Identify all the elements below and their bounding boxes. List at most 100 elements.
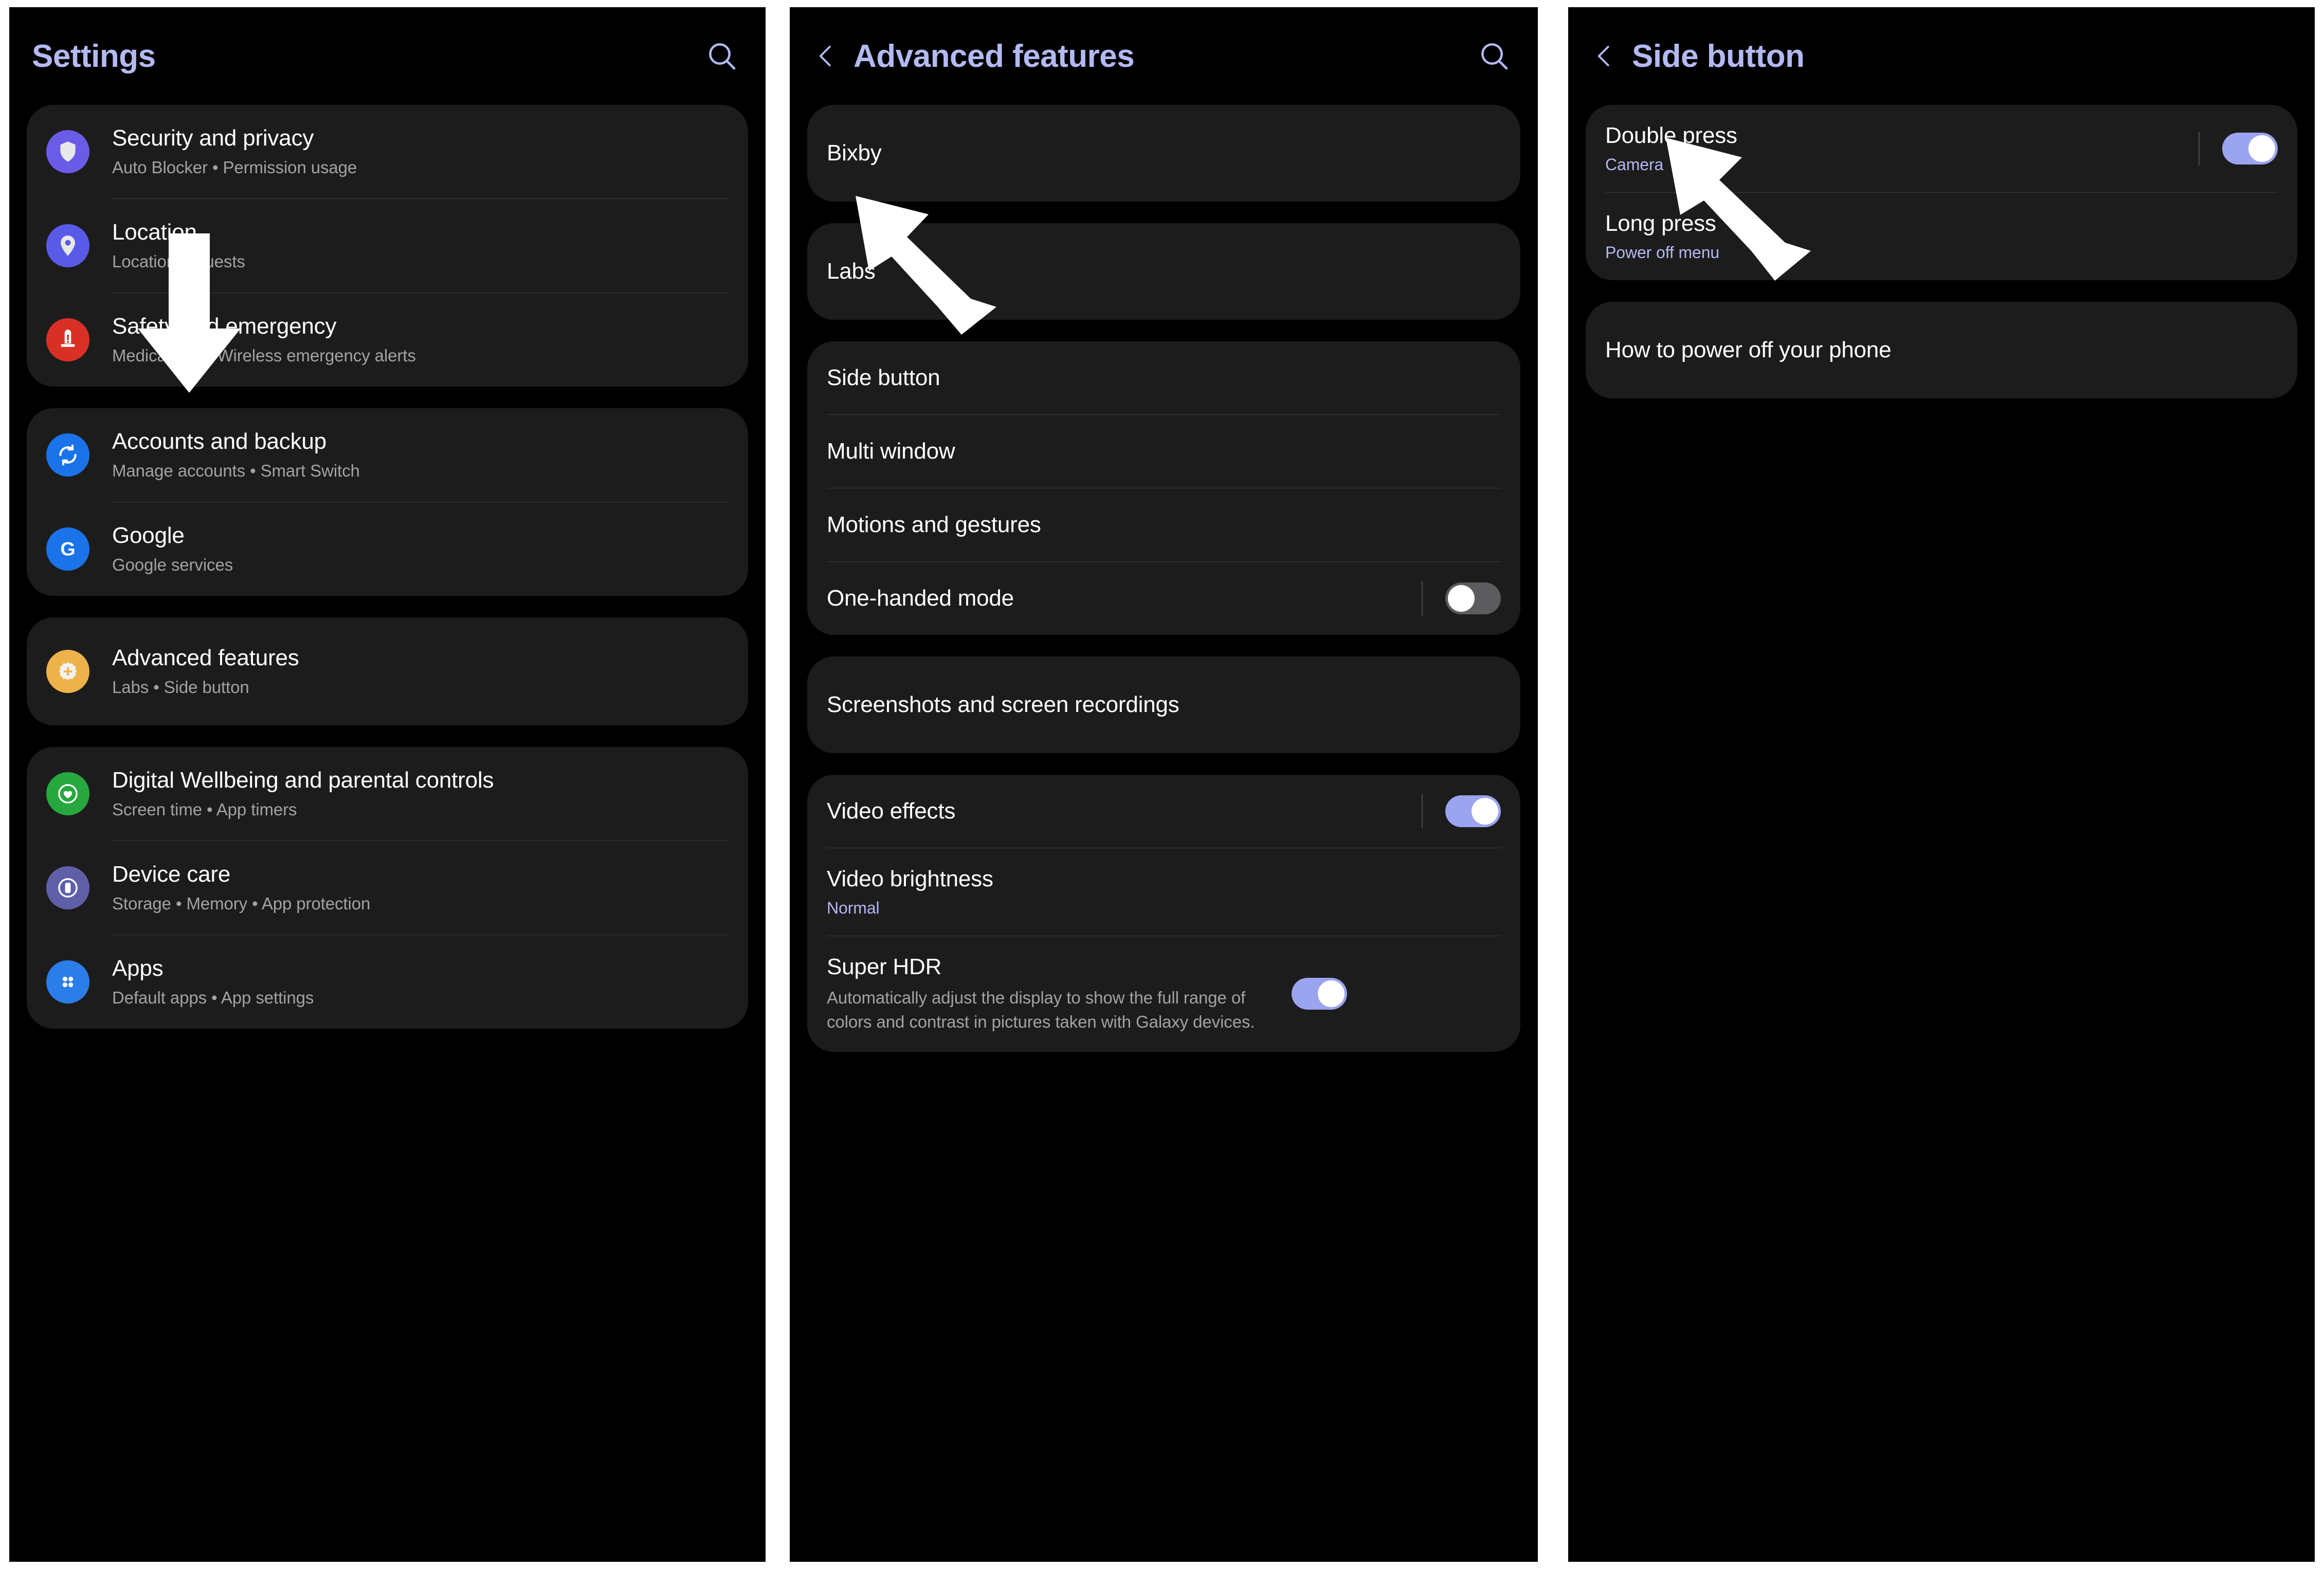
advanced-group-screenshots: Screenshots and screen recordings [807, 656, 1520, 753]
settings-group-advanced: Advanced features Labs • Side button [27, 617, 748, 725]
toggle-separator [1422, 794, 1423, 828]
advanced-item-labs[interactable]: Labs [807, 223, 1520, 320]
item-title: How to power off your phone [1605, 337, 1892, 362]
settings-item-accounts-and-backup[interactable]: Accounts and backup Manage accounts • Sm… [27, 408, 748, 502]
item-subtitle: Location requests [112, 252, 245, 271]
item-subtitle: Labs • Side button [112, 678, 249, 697]
search-icon[interactable] [1475, 37, 1513, 75]
item-title: Apps [112, 956, 164, 981]
advanced-item-video-effects[interactable]: Video effects [807, 775, 1520, 848]
back-icon[interactable] [812, 42, 840, 70]
google-g-icon: G [46, 527, 89, 571]
advanced-group-labs: Labs [807, 223, 1520, 320]
settings-item-safety-and-emergency[interactable]: Safety and emergency Medical info • Wire… [27, 293, 748, 387]
page-title: Settings [32, 38, 156, 74]
super-hdr-toggle[interactable] [1292, 978, 1347, 1010]
side-button-item-double-press[interactable]: Double press Camera [1586, 105, 2297, 192]
item-title: Video brightness [827, 866, 993, 891]
item-title: Advanced features [112, 645, 299, 671]
back-icon[interactable] [1591, 42, 1619, 70]
item-subtitle: Automatically adjust the display to show… [827, 988, 1255, 1031]
item-subtitle: Storage • Memory • App protection [112, 894, 371, 914]
item-subtitle: Auto Blocker • Permission usage [112, 158, 357, 177]
item-subtitle: Default apps • App settings [112, 988, 314, 1008]
item-title: One-handed mode [827, 586, 1014, 611]
settings-item-advanced-features[interactable]: Advanced features Labs • Side button [27, 617, 748, 725]
advanced-features-list: Bixby Labs Side button Multi window Moti… [790, 105, 1538, 1052]
video-effects-toggle[interactable] [1445, 795, 1501, 827]
item-subtitle: Normal [827, 898, 880, 917]
advanced-features-header: Advanced features [790, 7, 1538, 105]
side-button-group-presses: Double press Camera Long press Power off… [1586, 105, 2297, 280]
advanced-item-bixby[interactable]: Bixby [807, 105, 1520, 202]
item-title: Device care [112, 862, 231, 887]
sync-icon [46, 433, 89, 477]
one-handed-mode-toggle[interactable] [1445, 582, 1501, 614]
phone-screen-advanced-features: Advanced features Bixby Labs Side button… [790, 7, 1538, 1562]
settings-header: Settings [9, 7, 766, 105]
page-title: Side button [1632, 38, 1805, 74]
settings-item-device-care[interactable]: Device care Storage • Memory • App prote… [27, 841, 748, 935]
double-press-toggle[interactable] [2222, 132, 2278, 165]
advanced-item-side-button[interactable]: Side button [807, 341, 1520, 414]
item-title: Labs [827, 259, 876, 284]
settings-item-google[interactable]: G Google Google services [27, 502, 748, 596]
side-button-item-how-to-power-off[interactable]: How to power off your phone [1586, 302, 2297, 398]
toggle-separator [1422, 581, 1423, 615]
item-title: Super HDR [827, 954, 942, 979]
device-care-icon [46, 866, 89, 909]
toggle-separator [2199, 131, 2200, 166]
side-button-header: Side button [1568, 7, 2315, 105]
item-title: Bixby [827, 140, 882, 166]
settings-item-digital-wellbeing[interactable]: Digital Wellbeing and parental controls … [27, 747, 748, 841]
phone-screen-side-button: Side button Double press Camera Long pre… [1568, 7, 2315, 1562]
apps-grid-icon [46, 960, 89, 1004]
item-title: Google [112, 523, 185, 549]
item-subtitle: Google services [112, 555, 233, 575]
item-title: Screenshots and screen recordings [827, 692, 1179, 718]
advanced-item-one-handed-mode[interactable]: One-handed mode [807, 562, 1520, 635]
svg-text:G: G [60, 538, 75, 560]
advanced-item-super-hdr[interactable]: Super HDR Automatically adjust the displ… [807, 936, 1520, 1052]
settings-list: Security and privacy Auto Blocker • Perm… [9, 105, 766, 1029]
item-subtitle: Medical info • Wireless emergency alerts [112, 346, 416, 366]
advanced-item-screenshots-and-screen-recordings[interactable]: Screenshots and screen recordings [807, 656, 1520, 753]
item-title: Double press [1605, 123, 1737, 148]
item-subtitle: Camera [1605, 155, 1664, 174]
item-title: Accounts and backup [112, 429, 326, 454]
advanced-group-video: Video effects Video brightness Normal Su… [807, 775, 1520, 1052]
advanced-item-multi-window[interactable]: Multi window [807, 415, 1520, 488]
settings-item-location[interactable]: Location Location requests [27, 199, 748, 293]
item-title: Safety and emergency [112, 314, 337, 339]
item-subtitle: Screen time • App timers [112, 800, 297, 819]
settings-group-wellbeing: Digital Wellbeing and parental controls … [27, 747, 748, 1029]
item-title: Location [112, 220, 197, 245]
advanced-item-motions-and-gestures[interactable]: Motions and gestures [807, 488, 1520, 561]
item-title: Security and privacy [112, 125, 314, 151]
item-title: Motions and gestures [827, 512, 1041, 538]
search-icon[interactable] [703, 37, 741, 75]
settings-item-apps[interactable]: Apps Default apps • App settings [27, 935, 748, 1029]
settings-item-security-and-privacy[interactable]: Security and privacy Auto Blocker • Perm… [27, 105, 748, 198]
item-title: Digital Wellbeing and parental controls [112, 768, 494, 793]
item-title: Multi window [827, 439, 955, 464]
advanced-group-bixby: Bixby [807, 105, 1520, 202]
advanced-group-controls: Side button Multi window Motions and ges… [807, 341, 1520, 635]
side-button-list: Double press Camera Long press Power off… [1568, 105, 2315, 398]
item-subtitle: Power off menu [1605, 243, 1720, 262]
phone-screen-settings: Settings Security and privacy Auto Block… [9, 7, 766, 1562]
side-button-group-help: How to power off your phone [1586, 301, 2297, 398]
page-title: Advanced features [854, 38, 1135, 74]
side-button-item-long-press[interactable]: Long press Power off menu [1586, 193, 2297, 280]
screenshot-stage: Settings Security and privacy Auto Block… [0, 0, 2324, 1569]
settings-group-privacy: Security and privacy Auto Blocker • Perm… [27, 105, 748, 387]
wellbeing-heart-icon [46, 772, 89, 815]
item-title: Side button [827, 365, 940, 391]
advanced-item-video-brightness[interactable]: Video brightness Normal [807, 848, 1520, 936]
item-subtitle: Manage accounts • Smart Switch [112, 461, 360, 481]
settings-group-accounts: Accounts and backup Manage accounts • Sm… [27, 408, 748, 596]
shield-icon [46, 130, 89, 173]
item-title: Video effects [827, 798, 956, 824]
emergency-alert-icon [46, 318, 89, 361]
location-pin-icon [46, 224, 89, 267]
